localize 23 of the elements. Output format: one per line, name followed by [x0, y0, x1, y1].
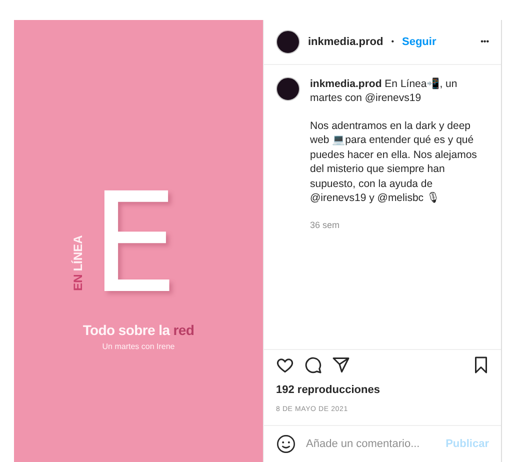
- more-options-button[interactable]: •••: [480, 36, 489, 48]
- like-icon[interactable]: [276, 356, 294, 374]
- poster-title: Todo sobre la red: [82, 320, 194, 340]
- caption-text: inkmedia.prod En Línea📲, un martes con @irenevs19: [310, 77, 458, 106]
- poster-letter: E: [90, 190, 178, 298]
- mention-link[interactable]: @melisbc: [377, 192, 424, 204]
- poster-subtitle: Un martes con Irene: [102, 340, 175, 353]
- mention-link[interactable]: @irenevs19: [364, 92, 422, 104]
- avatar[interactable]: [276, 77, 300, 101]
- mention-link[interactable]: @irenevs19: [310, 192, 366, 204]
- username-link[interactable]: inkmedia.prod: [308, 34, 384, 50]
- post-time: 36 sem: [310, 218, 341, 232]
- share-icon[interactable]: [332, 356, 350, 374]
- caption-text: Nos adentramos en la dark y deep web 💻para entender qué es y qué puedes hacer en ella. Nos alejamos del misterio que siempre han supuesto, con la ayuda de @irenevs19 y @melisbc 🎙: [310, 118, 478, 206]
- view-count: 192 reproducciones: [275, 383, 381, 398]
- bookmark-icon[interactable]: [473, 356, 489, 374]
- username-link[interactable]: inkmedia.prod: [310, 78, 382, 90]
- comment-icon[interactable]: [304, 356, 322, 374]
- avatar[interactable]: [276, 30, 300, 54]
- emoji-icon[interactable]: [276, 434, 296, 454]
- separator-dot: •: [391, 36, 394, 48]
- poster-label: EN: [70, 274, 86, 290]
- poster-label: LÍNEA: [70, 234, 86, 271]
